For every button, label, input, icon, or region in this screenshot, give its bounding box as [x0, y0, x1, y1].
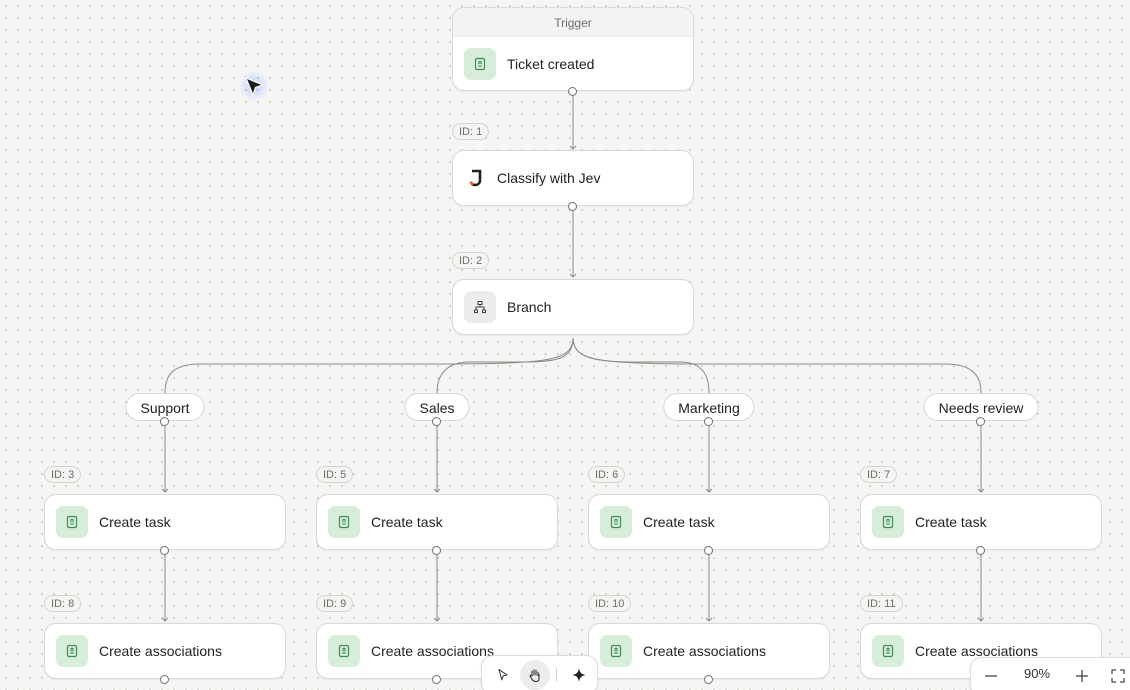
- branch-label: Branch: [507, 299, 552, 315]
- node-id-badge: ID: 8: [44, 595, 82, 612]
- branch-icon: [464, 291, 496, 323]
- node-id-badge: ID: 1: [452, 123, 490, 140]
- edge-branch-to-sales: [436, 337, 574, 394]
- hand-icon[interactable]: [520, 660, 550, 690]
- minus-icon[interactable]: [979, 664, 1003, 688]
- edge-branch-to-support: [164, 337, 574, 394]
- toolbar-separator: [556, 668, 557, 682]
- node-id-badge: ID: 10: [588, 595, 632, 612]
- classify-label: Classify with Jev: [497, 170, 601, 186]
- ticket-icon: [464, 47, 496, 80]
- node-id-badge: ID: 3: [44, 466, 82, 483]
- node-label: Create associations: [99, 643, 222, 659]
- classify-node[interactable]: Classify with Jev: [452, 150, 694, 206]
- node-output-port[interactable]: [432, 675, 441, 684]
- node-label: Create task: [371, 514, 443, 530]
- plus-icon[interactable]: [1070, 664, 1094, 688]
- node-id-badge: ID: 6: [588, 466, 626, 483]
- node-label: Create task: [643, 514, 715, 530]
- create-associations-node[interactable]: Create associations: [588, 623, 830, 679]
- node-label: Create task: [99, 514, 171, 530]
- node-output-port[interactable]: [160, 546, 169, 555]
- jev-logo-icon: [465, 162, 487, 194]
- workflow-edges: [161, 96, 985, 622]
- task-icon: [600, 635, 632, 667]
- edge-branch-to-marketing: [572, 337, 710, 394]
- task-icon: [600, 506, 632, 538]
- zoom-level: 90%: [1023, 666, 1051, 681]
- node-label: Create task: [915, 514, 987, 530]
- node-label: Create associations: [643, 643, 766, 659]
- fit-screen-icon[interactable]: [1106, 664, 1130, 688]
- classify-output-port[interactable]: [568, 202, 577, 211]
- zoom-controls: 90%: [970, 657, 1130, 690]
- node-id-badge: ID: 11: [860, 595, 903, 612]
- node-output-port[interactable]: [704, 546, 713, 555]
- mouse-cursor: [236, 68, 272, 104]
- trigger-label: Ticket created: [507, 55, 595, 72]
- trigger-header: Trigger: [453, 8, 693, 37]
- branch-output-port[interactable]: [160, 417, 169, 426]
- workflow-canvas[interactable]: Trigger Ticket created ID: 1 Classify wi…: [0, 0, 1130, 690]
- edge-branch-to-needs-review: [572, 337, 982, 394]
- task-icon: [328, 635, 360, 667]
- create-task-node[interactable]: Create task: [44, 494, 286, 550]
- node-output-port[interactable]: [160, 675, 169, 684]
- node-output-port[interactable]: [704, 675, 713, 684]
- node-output-port[interactable]: [976, 546, 985, 555]
- branch-output-port[interactable]: [432, 417, 441, 426]
- node-id-badge: ID: 9: [316, 595, 354, 612]
- cursor-arrow-icon: [245, 77, 264, 96]
- node-id-badge: ID: 5: [316, 466, 354, 483]
- branch-output-port[interactable]: [704, 417, 713, 426]
- task-icon: [56, 635, 88, 667]
- node-output-port[interactable]: [432, 546, 441, 555]
- create-task-node[interactable]: Create task: [316, 494, 558, 550]
- task-icon: [56, 506, 88, 538]
- node-id-badge: ID: 2: [452, 252, 490, 269]
- pointer-icon[interactable]: [488, 660, 518, 690]
- branch-output-port[interactable]: [976, 417, 985, 426]
- task-icon: [328, 506, 360, 538]
- task-icon: [872, 506, 904, 538]
- create-task-node[interactable]: Create task: [588, 494, 830, 550]
- branch-node[interactable]: Branch: [452, 279, 694, 335]
- trigger-node[interactable]: Trigger Ticket created: [452, 7, 694, 91]
- node-label: Create associations: [371, 643, 494, 659]
- node-id-badge: ID: 7: [860, 466, 898, 483]
- create-task-node[interactable]: Create task: [860, 494, 1102, 550]
- create-associations-node[interactable]: Create associations: [44, 623, 286, 679]
- trigger-output-port[interactable]: [568, 87, 577, 96]
- task-icon: [872, 635, 904, 667]
- canvas-toolbar: [481, 655, 598, 690]
- sparkle-icon[interactable]: [564, 660, 594, 690]
